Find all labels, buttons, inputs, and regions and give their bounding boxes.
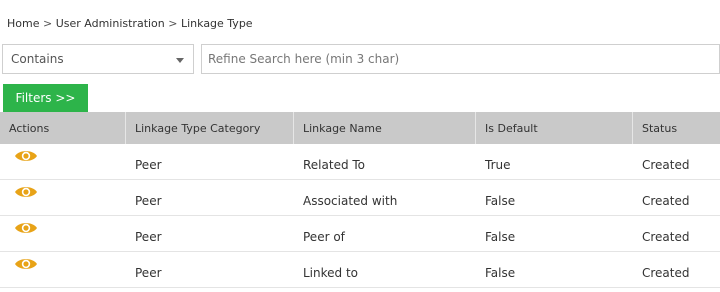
table-body: Peer Related To True Created Peer Associated … (0, 144, 720, 288)
is-default-cell: False (485, 265, 516, 280)
column-header-actions[interactable]: Actions (0, 112, 126, 144)
table-row[interactable]: Peer Related To True Created (0, 144, 720, 180)
linkage-name-cell: Linked to (303, 265, 359, 280)
column-header-status[interactable]: Status (633, 112, 720, 144)
table-row[interactable]: Peer Peer of False Created (0, 216, 720, 252)
category-cell: Peer (135, 193, 162, 208)
search-bar: Contains (2, 44, 720, 74)
search-mode-select[interactable]: Contains (2, 44, 194, 74)
status-cell: Created (642, 265, 690, 280)
status-cell: Created (642, 193, 690, 208)
actions-cell (0, 180, 126, 215)
search-input[interactable] (201, 44, 720, 74)
linkage-name-cell: Peer of (303, 229, 345, 244)
search-mode-value: Contains (11, 52, 64, 66)
actions-cell (0, 216, 126, 251)
breadcrumb-separator: > (42, 17, 53, 30)
category-cell: Peer (135, 157, 162, 172)
category-cell: Peer (135, 229, 162, 244)
linkage-name-cell: Related To (303, 157, 366, 172)
column-header-category[interactable]: Linkage Type Category (126, 112, 294, 144)
actions-cell (0, 252, 126, 287)
linkage-type-table: Actions Linkage Type Category Linkage Na… (0, 112, 720, 288)
is-default-cell: True (485, 157, 511, 172)
column-header-name[interactable]: Linkage Name (294, 112, 476, 144)
is-default-cell: False (485, 193, 516, 208)
eye-icon[interactable] (14, 184, 38, 200)
actions-cell (0, 144, 126, 179)
column-header-is-default[interactable]: Is Default (476, 112, 633, 144)
status-cell: Created (642, 229, 690, 244)
breadcrumb-linkage-type: Linkage Type (180, 17, 253, 30)
table-row[interactable]: Peer Associated with False Created (0, 180, 720, 216)
category-cell: Peer (135, 265, 162, 280)
breadcrumb-home[interactable]: Home (7, 17, 39, 30)
table-header: Actions Linkage Type Category Linkage Na… (0, 112, 720, 144)
caret-down-icon (176, 58, 184, 63)
table-row[interactable]: Peer Linked to False Created (0, 252, 720, 288)
eye-icon[interactable] (14, 148, 38, 164)
is-default-cell: False (485, 229, 516, 244)
breadcrumb: Home > User Administration > Linkage Typ… (7, 17, 253, 30)
status-cell: Created (642, 157, 690, 172)
eye-icon[interactable] (14, 256, 38, 272)
linkage-name-cell: Associated with (303, 193, 398, 208)
breadcrumb-separator: > (168, 17, 178, 30)
eye-icon[interactable] (14, 220, 38, 236)
filters-button[interactable]: Filters >> (3, 84, 88, 112)
breadcrumb-user-administration[interactable]: User Administration (56, 17, 165, 30)
